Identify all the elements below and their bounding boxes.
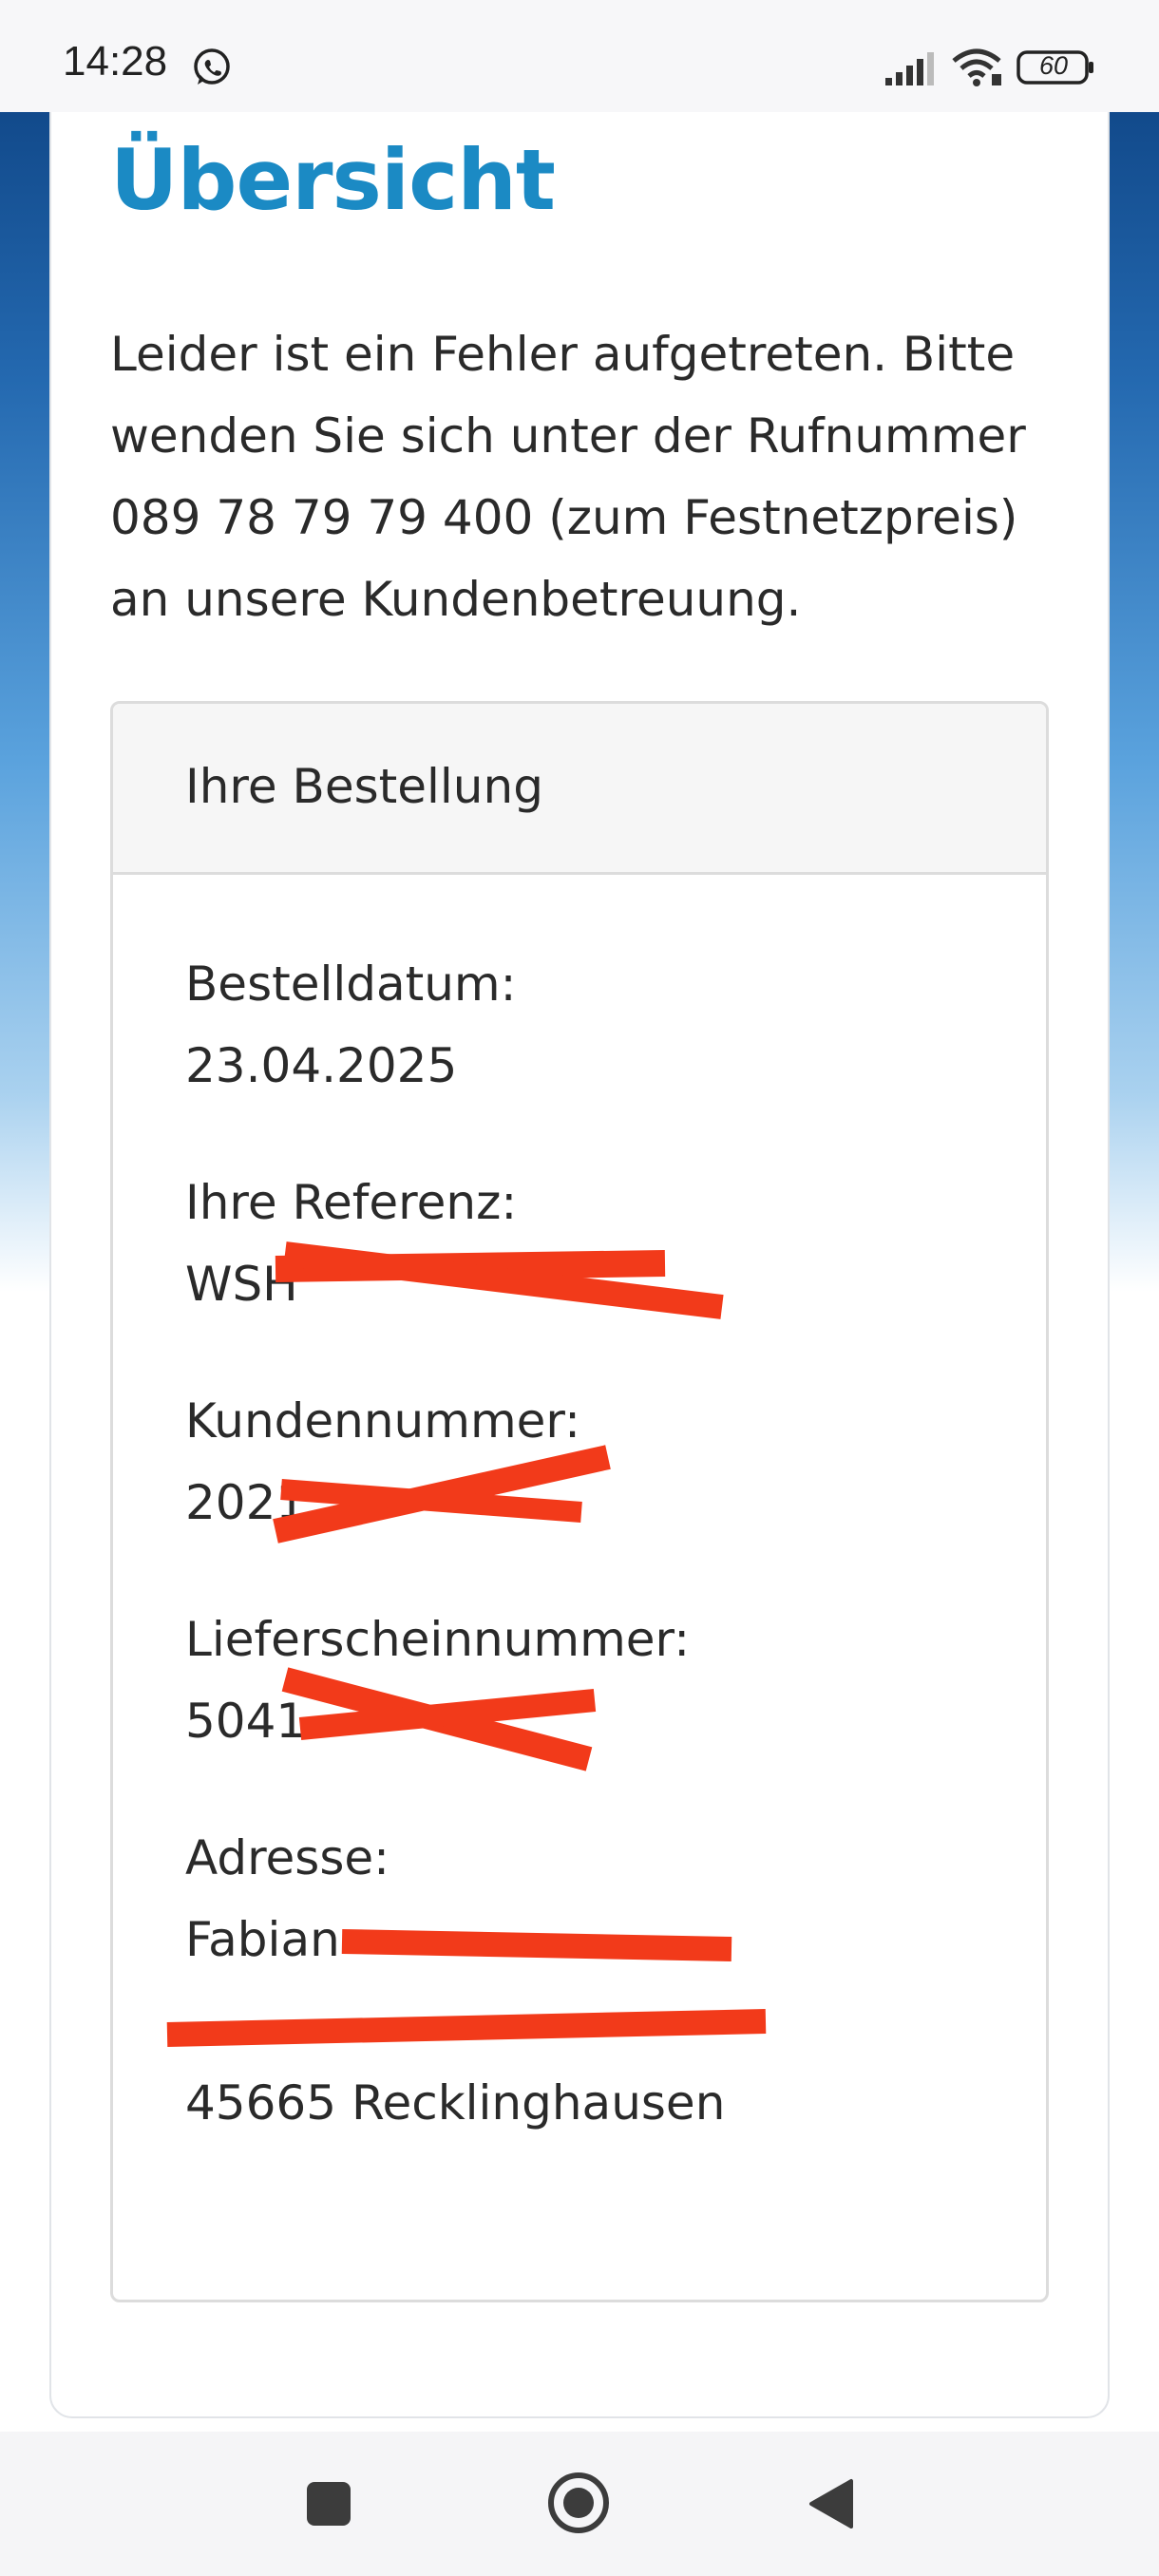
signal-icon — [885, 52, 934, 85]
error-line-phone: 089 78 79 79 400 (zum Festnetzpreis) — [110, 490, 1018, 545]
error-message: Leider ist ein Fehler aufgetreten. Bitte… — [110, 313, 1026, 640]
address-field: Adresse: Fabian 45665 Recklinghausen — [185, 1817, 725, 2144]
reference-field: Ihre Referenz: WSH — [185, 1162, 517, 1325]
navigation-bar — [0, 2432, 1159, 2576]
address-label: Adresse: — [185, 1830, 390, 1885]
delivery-note-value: 5041 — [185, 1694, 307, 1749]
delivery-note-field: Lieferscheinnummer: 5041 — [185, 1599, 690, 1762]
recent-apps-button[interactable] — [285, 2460, 370, 2546]
customer-number-label: Kundennummer: — [185, 1393, 580, 1449]
address-city: 45665 Recklinghausen — [185, 2075, 726, 2131]
status-bar: 14:28 60 — [0, 0, 1159, 112]
error-line: Leider ist ein Fehler aufgetreten. Bitte — [110, 327, 1016, 382]
whatsapp-icon — [194, 48, 230, 85]
order-panel-header: Ihre Bestellung — [113, 704, 1046, 875]
address-street — [185, 1980, 725, 2062]
status-time: 14:28 — [63, 38, 168, 85]
error-line: an unsere Kundenbetreuung. — [110, 572, 802, 627]
customer-number-field: Kundennummer: 2021 — [185, 1380, 580, 1544]
reference-label: Ihre Referenz: — [185, 1175, 518, 1230]
home-button[interactable] — [536, 2460, 621, 2546]
page-title: Übersicht — [110, 131, 556, 229]
order-date-label: Bestelldatum: — [185, 957, 517, 1012]
error-line: wenden Sie sich unter der Rufnummer — [110, 408, 1026, 464]
battery-level: 60 — [1038, 51, 1069, 80]
customer-number-value: 2021 — [185, 1475, 307, 1530]
order-panel: Ihre Bestellung Bestelldatum: 23.04.2025… — [110, 701, 1049, 2302]
back-button[interactable] — [788, 2460, 874, 2546]
wifi-icon — [952, 48, 1001, 86]
order-panel-title: Ihre Bestellung — [185, 759, 543, 814]
reference-value: WSH — [185, 1257, 298, 1312]
order-date-field: Bestelldatum: 23.04.2025 — [185, 943, 517, 1107]
order-date-value: 23.04.2025 — [185, 1038, 458, 1093]
delivery-note-label: Lieferscheinnummer: — [185, 1612, 691, 1667]
address-name: Fabian — [185, 1912, 340, 1967]
